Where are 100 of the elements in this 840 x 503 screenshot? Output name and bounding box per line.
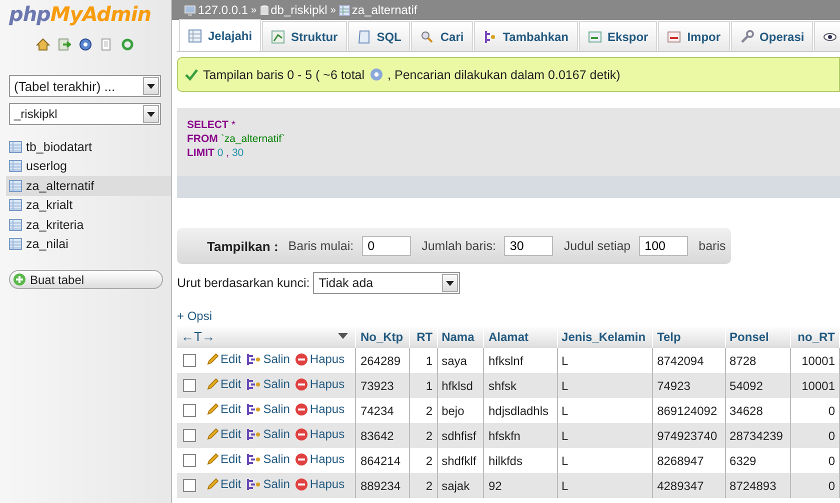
copy-icon	[246, 402, 262, 416]
sql-line: LIMIT 0 , 30	[187, 146, 245, 160]
caret-icon[interactable]	[338, 333, 348, 339]
copy-icon	[246, 478, 262, 491]
row-action-link[interactable]: Salin	[246, 402, 290, 416]
column-header[interactable]: Jenis_Kelamin	[557, 325, 653, 348]
document-icon[interactable]	[100, 38, 113, 51]
table-icon	[9, 160, 22, 172]
sort-dropdown[interactable]: Tidak ada	[312, 272, 460, 294]
logo[interactable]: phpMyAdmin	[9, 0, 151, 26]
table-list-item[interactable]: za_krialt	[6, 196, 161, 215]
breadcrumb-separator: »	[251, 4, 257, 16]
create-table-button[interactable]: Buat tabel	[9, 270, 163, 289]
tab[interactable]	[814, 21, 840, 51]
table-icon	[9, 218, 22, 231]
row-action-link[interactable]: Salin	[246, 377, 290, 392]
table-cell: shfsk	[484, 373, 558, 398]
column-header[interactable]: no_RT	[790, 325, 840, 348]
plus-circle-icon	[13, 273, 26, 286]
tab[interactable]: Cari	[411, 21, 473, 51]
help-icon[interactable]	[79, 38, 92, 51]
monitor-icon	[184, 4, 196, 16]
row-action-link[interactable]: Salin	[246, 452, 290, 466]
tab[interactable]: Impor	[658, 21, 730, 51]
checkmark-icon	[185, 68, 198, 80]
row-action-link[interactable]: Hapus	[294, 402, 345, 416]
table-list-item[interactable]: za_nilai	[6, 234, 161, 254]
row-checkbox[interactable]	[183, 479, 196, 492]
row-action-link[interactable]: Hapus	[294, 477, 345, 492]
minus-circle-icon	[294, 452, 308, 466]
column-header[interactable]: Telp	[652, 325, 726, 348]
column-header[interactable]: Alamat	[484, 325, 558, 348]
table-cell: L	[557, 373, 653, 398]
tab[interactable]: Ekspor	[578, 21, 658, 51]
row-checkbox[interactable]	[183, 379, 196, 392]
row-action-link[interactable]: Edit	[206, 377, 242, 392]
copy-icon	[246, 452, 262, 466]
row-action-link[interactable]: Hapus	[294, 427, 345, 442]
row-action-link[interactable]: Salin	[246, 427, 290, 442]
reload-icon[interactable]	[121, 38, 134, 51]
number-input-field[interactable]: 100	[638, 236, 688, 256]
row-checkbox[interactable]	[183, 429, 196, 442]
tab[interactable]: Jelajahi	[179, 19, 262, 51]
table-list-item[interactable]: userlog	[6, 156, 161, 176]
table-icon	[338, 4, 350, 16]
row-action-link[interactable]: Edit	[206, 427, 242, 442]
table-cell: 0	[790, 473, 840, 498]
row-action-link[interactable]: Salin	[246, 477, 290, 492]
exit-icon[interactable]	[58, 38, 71, 51]
row-action-link[interactable]: Hapus	[294, 377, 345, 392]
tab[interactable]: Tambahkan	[474, 21, 578, 51]
pencil-icon	[206, 402, 219, 416]
number-input-field[interactable]: 0	[362, 236, 411, 256]
copy-icon	[246, 378, 262, 391]
table-icon	[9, 180, 22, 192]
minus-circle-icon	[294, 478, 308, 491]
table-cell: 74923	[652, 373, 726, 398]
recent-tables-dropdown[interactable]: (Tabel terakhir) ...	[9, 75, 161, 97]
table-cell: sajak	[437, 473, 484, 498]
column-header[interactable]: Ponsel	[725, 325, 791, 348]
table-cell: 73923	[356, 373, 410, 398]
table-cell: hfskfn	[484, 423, 558, 448]
table-list-item[interactable]: tb_biodatart	[6, 137, 161, 156]
options-link[interactable]: + Opsi	[177, 309, 212, 323]
chart-icon	[271, 30, 286, 44]
table-list-item[interactable]: za_alternatif	[6, 176, 171, 196]
column-header[interactable]: RT	[410, 325, 438, 348]
caret-icon	[446, 280, 454, 286]
message-text: , Pencarian dilakukan dalam 0.0167 detik)	[388, 68, 620, 82]
number-input-field[interactable]: 30	[504, 236, 553, 256]
magnifier-icon	[420, 30, 434, 44]
breadcrumb-link[interactable]: db_riskipkl	[260, 3, 328, 17]
column-arrows[interactable]: ←T→	[181, 329, 215, 344]
row-action-link[interactable]: Edit	[206, 402, 242, 416]
table-cell: 83642	[356, 423, 410, 448]
row-action-link[interactable]: Salin	[246, 352, 290, 366]
pencil-icon	[206, 452, 219, 466]
row-checkbox[interactable]	[183, 454, 196, 467]
row-checkbox[interactable]	[183, 354, 196, 367]
row-action-link[interactable]: Edit	[206, 452, 242, 466]
home-icon[interactable]	[36, 38, 50, 51]
breadcrumb-link[interactable]: 127.0.0.1	[184, 3, 248, 17]
column-header[interactable]: Nama	[437, 325, 484, 348]
tab[interactable]: SQL	[348, 21, 410, 51]
tab[interactable]: Struktur	[262, 21, 347, 51]
breadcrumb-link[interactable]: za_alternatif	[338, 3, 418, 17]
row-checkbox[interactable]	[183, 404, 196, 417]
row-action-link[interactable]: Edit	[206, 477, 242, 492]
table-list-item[interactable]: za_kriteria	[6, 215, 161, 234]
table-cell: 0	[790, 423, 840, 448]
database-dropdown[interactable]: _riskipkl	[9, 103, 161, 125]
table-icon	[188, 28, 202, 42]
row-action-link[interactable]: Hapus	[294, 452, 345, 466]
tab[interactable]: Operasi	[730, 21, 814, 51]
row-action-link[interactable]: Hapus	[294, 352, 345, 366]
column-header[interactable]: No_Ktp	[356, 325, 410, 348]
document-icon	[356, 30, 371, 44]
copy-icon	[246, 352, 262, 366]
pencil-icon	[206, 378, 219, 391]
row-action-link[interactable]: Edit	[206, 352, 242, 366]
